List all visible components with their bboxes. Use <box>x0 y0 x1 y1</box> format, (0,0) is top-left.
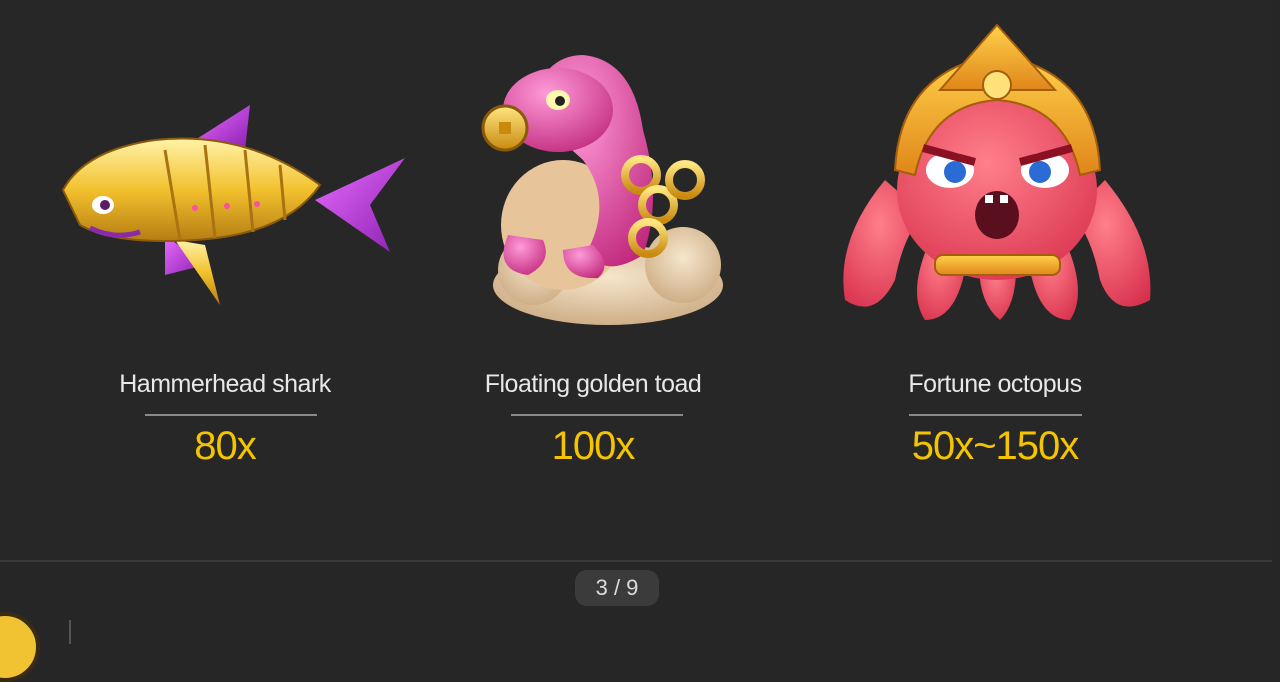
paytable-panel: Hammerhead shark 80x Floating golden toa… <box>0 0 1272 562</box>
divider <box>69 620 71 644</box>
multiplier-value: 50x~150x <box>911 424 1080 468</box>
fortune-octopus-image <box>843 23 1151 320</box>
fish-card-floating-golden-toad: Floating golden toad 100x <box>413 0 773 560</box>
floating-golden-toad-image <box>481 55 723 325</box>
divider <box>909 414 1082 416</box>
fish-name: Floating golden toad <box>484 370 702 398</box>
multiplier-value: 80x <box>194 424 257 468</box>
multiplier-value: 100x <box>551 424 636 468</box>
hammerhead-shark-image <box>61 105 405 305</box>
divider <box>145 414 317 416</box>
page-indicator: 3 / 9 <box>575 570 659 606</box>
fish-name: Fortune octopus <box>908 370 1082 398</box>
coin-button[interactable] <box>0 612 40 682</box>
fish-card-hammerhead-shark: Hammerhead shark 80x <box>45 0 405 560</box>
divider <box>511 414 683 416</box>
fish-card-fortune-octopus: Fortune octopus 50x~150x <box>815 0 1175 560</box>
fish-name: Hammerhead shark <box>119 370 331 398</box>
